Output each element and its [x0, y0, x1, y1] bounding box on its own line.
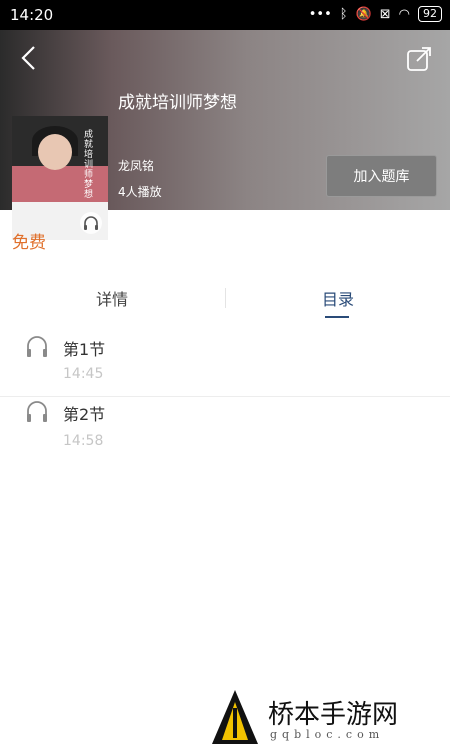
tab-catalog[interactable]: 目录 — [322, 286, 354, 310]
tab-details[interactable]: 详情 — [96, 286, 128, 310]
price-label: 免费 — [12, 233, 46, 253]
back-icon[interactable] — [16, 44, 44, 72]
tab-bar: 详情 目录 — [0, 280, 450, 320]
status-bar: 14:20 ••• ᛒ 🔕 ⊠ ◠ 92 — [0, 0, 450, 30]
battery-icon: 92 — [418, 6, 442, 22]
share-icon[interactable] — [406, 46, 432, 72]
episode-duration: 14:58 — [63, 433, 104, 449]
author-name: 龙凤铭 — [118, 159, 155, 173]
sim-icon: ⊠ — [379, 6, 391, 22]
list-item[interactable]: 第2节 14:58 — [0, 396, 450, 460]
course-header: 成就培训师梦想 成就培训师梦想 龙凤铭 4人播放 加入题库 — [0, 30, 450, 240]
watermark-logo-icon — [212, 690, 258, 744]
status-icons: ••• ᛒ 🔕 ⊠ ◠ 92 — [309, 6, 442, 22]
list-item[interactable]: 第1节 14:45 — [0, 330, 450, 394]
bluetooth-icon: ᛒ — [339, 6, 348, 22]
cover-title-text: 成就培训师梦想 — [84, 130, 94, 200]
episode-title: 第2节 — [63, 405, 106, 424]
episode-title: 第1节 — [63, 340, 106, 359]
headphones-icon[interactable] — [80, 212, 102, 234]
headphones-icon — [27, 401, 47, 422]
add-to-library-button[interactable]: 加入题库 — [326, 155, 437, 197]
episode-duration: 14:45 — [63, 366, 104, 382]
status-time: 14:20 — [10, 6, 54, 24]
tab-divider — [225, 288, 226, 308]
active-tab-indicator — [325, 316, 349, 318]
headphones-icon — [27, 336, 47, 357]
cover-face — [38, 134, 72, 170]
watermark-name: 桥本手游网 — [268, 700, 399, 730]
mute-bell-icon: 🔕 — [355, 6, 372, 22]
more-dots-icon: ••• — [308, 6, 332, 22]
watermark: 桥本手游网 gqbloc.com — [190, 688, 450, 748]
wifi-icon: ◠ — [398, 6, 410, 22]
watermark-url: gqbloc.com — [270, 728, 385, 741]
course-title: 成就培训师梦想 — [118, 93, 237, 113]
play-count: 4人播放 — [118, 185, 162, 199]
